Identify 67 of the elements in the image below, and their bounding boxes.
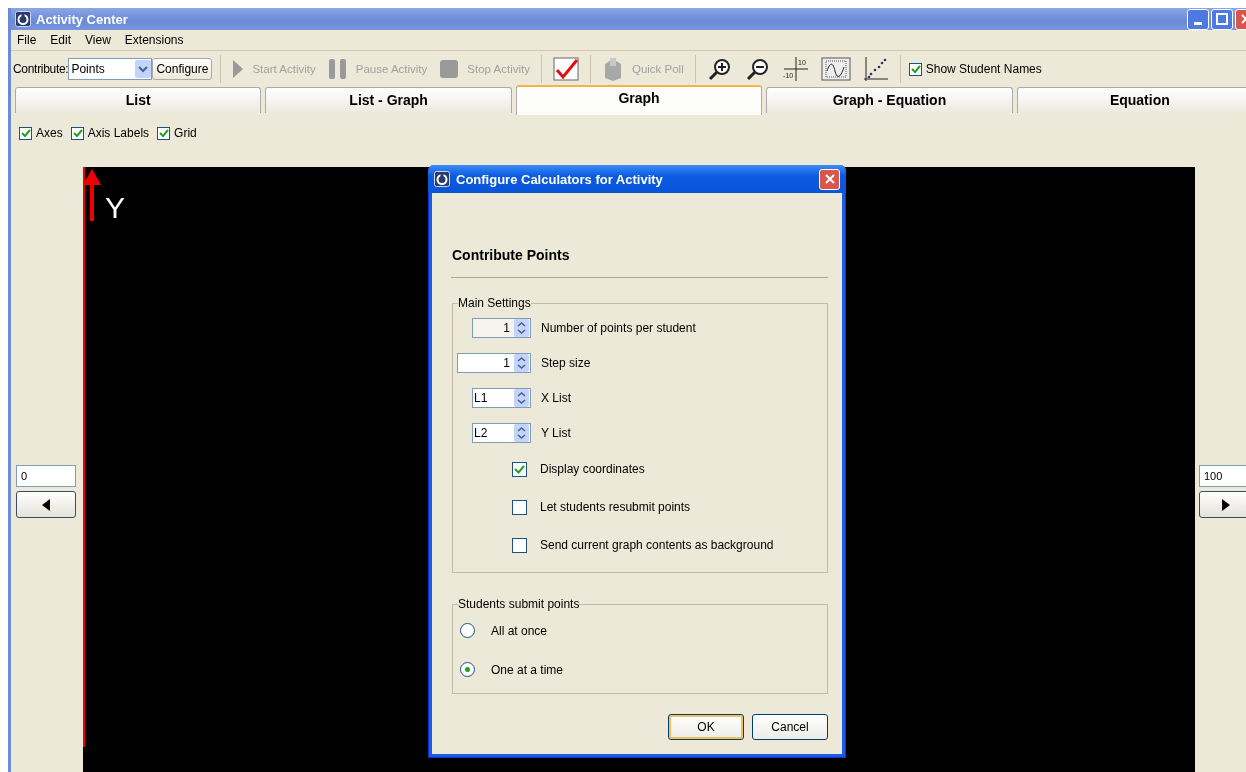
menu-item[interactable]: Edit bbox=[50, 33, 72, 47]
tab[interactable]: Graph bbox=[515, 85, 763, 115]
dialog-button[interactable]: Cancel bbox=[752, 714, 828, 740]
zoom-in-icon[interactable] bbox=[706, 56, 733, 82]
spinner-arrows-icon bbox=[514, 423, 529, 442]
spinner-field[interactable]: L2 bbox=[472, 422, 531, 443]
spinner-field[interactable]: 1 bbox=[457, 352, 531, 373]
maximize-button[interactable] bbox=[1211, 8, 1233, 30]
check-icon bbox=[158, 127, 170, 139]
play-icon bbox=[232, 59, 245, 79]
graph-option-checkbox[interactable]: Axis Labels bbox=[70, 121, 150, 145]
spinner-label: Step size bbox=[541, 355, 591, 370]
app-icon bbox=[15, 11, 31, 27]
configure-button[interactable]: Configure bbox=[152, 58, 213, 80]
maximize-icon bbox=[1216, 13, 1228, 25]
checkmark-icon[interactable] bbox=[552, 57, 579, 81]
close-button[interactable] bbox=[819, 168, 840, 190]
zoom-box-icon[interactable] bbox=[820, 57, 851, 81]
radio-option[interactable]: One at a time bbox=[453, 650, 827, 689]
minimize-button[interactable] bbox=[1187, 8, 1209, 30]
tab[interactable]: List - Graph bbox=[265, 87, 512, 113]
pause-icon bbox=[327, 58, 348, 80]
spinner-arrows-icon bbox=[514, 318, 529, 337]
dialog-button[interactable]: OK bbox=[668, 714, 744, 740]
contribute-label: Contribute: bbox=[13, 62, 69, 76]
tab[interactable]: Graph - Equation bbox=[766, 87, 1013, 113]
menu-item[interactable]: File bbox=[17, 33, 37, 47]
radio-dot-icon bbox=[465, 667, 470, 672]
spinner-label: X List bbox=[541, 390, 571, 405]
radio-option[interactable]: All at once bbox=[453, 611, 827, 650]
group-label: Main Settings bbox=[458, 296, 531, 310]
dialog-title: Configure Calculators for Activity bbox=[456, 171, 664, 187]
scroll-right-button[interactable] bbox=[1199, 491, 1246, 518]
menu-item[interactable]: Extensions bbox=[124, 33, 184, 47]
tab[interactable]: Equation bbox=[1016, 87, 1246, 113]
zoom-out-icon[interactable] bbox=[744, 56, 771, 82]
tab[interactable]: List bbox=[15, 87, 262, 113]
graph-option-checkbox[interactable]: Axes bbox=[19, 121, 63, 145]
show-student-names-checkbox[interactable]: Show Student Names bbox=[908, 62, 1042, 76]
x-max-field[interactable]: 100 bbox=[1199, 465, 1246, 487]
setting-checkbox[interactable]: Send current graph contents as background bbox=[453, 526, 827, 564]
left-triangle-icon bbox=[41, 497, 51, 512]
setting-checkbox[interactable]: Let students resubmit points bbox=[453, 488, 827, 526]
group-label: Students submit points bbox=[458, 597, 580, 611]
stop-icon bbox=[439, 59, 460, 79]
spinner-arrows-icon bbox=[514, 388, 529, 407]
dialog-heading: Contribute Points bbox=[452, 247, 571, 263]
menu-item[interactable]: View bbox=[85, 33, 111, 47]
close-icon bbox=[824, 174, 835, 184]
scatter-plot-icon[interactable] bbox=[862, 56, 889, 82]
contribute-dropdown[interactable]: Points bbox=[68, 58, 153, 80]
check-icon bbox=[20, 127, 31, 139]
spinner-field[interactable]: L1 bbox=[472, 387, 531, 408]
spinner-arrows-icon bbox=[514, 353, 529, 372]
right-triangle-icon bbox=[1221, 497, 1231, 512]
check-icon bbox=[909, 63, 921, 75]
scroll-left-button[interactable] bbox=[16, 491, 76, 518]
x-min-field[interactable]: 0 bbox=[16, 465, 76, 487]
window-title: Activity Center bbox=[36, 11, 129, 27]
spinner-label: Number of points per student bbox=[541, 320, 696, 335]
setting-checkbox[interactable]: Display coordinates bbox=[453, 450, 827, 488]
y-axis-label: Y bbox=[105, 193, 125, 223]
graph-option-checkbox[interactable]: Grid bbox=[157, 121, 197, 145]
check-icon bbox=[71, 127, 83, 139]
spinner-label: Y List bbox=[541, 425, 571, 440]
minimize-icon bbox=[1194, 21, 1202, 25]
app-icon bbox=[434, 171, 450, 187]
